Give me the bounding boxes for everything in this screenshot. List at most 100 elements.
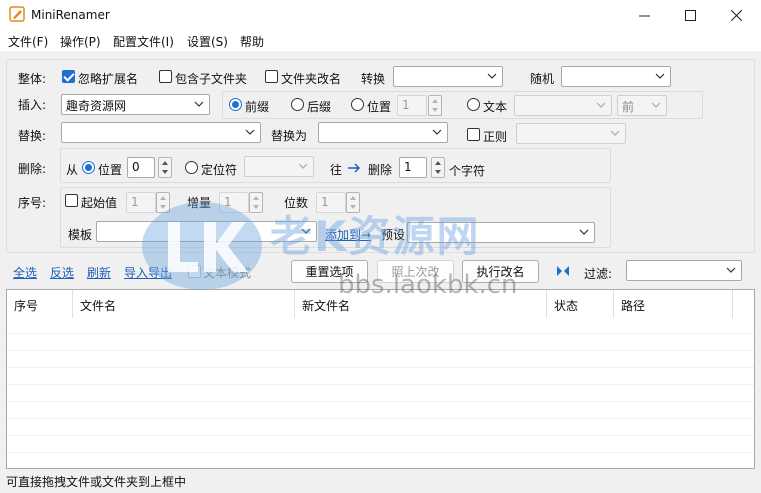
arrow-right-icon[interactable]	[347, 163, 361, 173]
insert-text-value: 趣奇资源网	[66, 99, 127, 113]
random-label: 随机	[530, 72, 555, 86]
row-divider	[7, 452, 754, 453]
column-header-status[interactable]: 状态	[547, 290, 614, 318]
suffix-radio[interactable]	[291, 98, 304, 111]
template-label: 模板	[68, 228, 93, 242]
watermark-url: bbs.laokbk.cn	[338, 270, 518, 300]
locator-label: 定位符	[201, 163, 238, 177]
delete-position-stepper[interactable]	[158, 157, 172, 178]
delete-position-radio[interactable]	[82, 161, 95, 174]
text-position-select[interactable]: 前	[617, 95, 667, 116]
delete-count-input[interactable]: 1	[399, 157, 427, 178]
position-label: 位置	[367, 100, 392, 114]
include-subdir-label: 包含子文件夹	[175, 72, 248, 86]
menu-help[interactable]: 帮助	[240, 33, 264, 50]
watermark-logo	[142, 202, 262, 290]
file-list[interactable]: 序号 文件名 新文件名 状态 路径	[6, 289, 755, 469]
window-title: MiniRenamer	[31, 8, 110, 22]
regex-select[interactable]	[516, 123, 626, 144]
column-header-filename[interactable]: 文件名	[73, 290, 295, 318]
maximize-button[interactable]	[667, 0, 713, 31]
delete-direction-label: 往	[330, 163, 343, 177]
replace-find-select[interactable]	[61, 122, 261, 143]
chevron-down-icon	[487, 73, 497, 79]
row-divider	[7, 435, 754, 436]
close-button[interactable]	[713, 0, 759, 31]
filter-label: 过滤:	[584, 267, 613, 281]
folder-rename-label: 文件夹改名	[281, 72, 342, 86]
column-header-path[interactable]: 路径	[614, 290, 733, 318]
refresh-link[interactable]: 刷新	[87, 264, 111, 281]
replace-with-label: 替换为	[271, 129, 308, 143]
prefix-radio[interactable]	[229, 98, 242, 111]
delete-label: 删除:	[18, 162, 47, 176]
row-divider	[7, 333, 754, 334]
start-value-label: 起始值	[81, 196, 118, 210]
row-divider	[7, 350, 754, 351]
delete-position-input[interactable]: 0	[127, 157, 155, 178]
status-bar-text: 可直接拖拽文件或文件夹到上框中	[6, 475, 187, 489]
minimize-icon	[638, 15, 650, 17]
overall-label: 整体:	[18, 72, 47, 86]
regex-checkbox[interactable]	[467, 128, 480, 141]
folder-rename-checkbox[interactable]	[265, 70, 278, 83]
delete-word-label: 删除	[368, 163, 393, 177]
maximize-icon	[684, 10, 696, 21]
start-value-checkbox[interactable]	[65, 194, 78, 207]
chevron-down-icon	[651, 102, 661, 108]
delete-count-stepper[interactable]	[431, 157, 445, 178]
column-header-index[interactable]: 序号	[7, 290, 73, 318]
watermark-title: 老K资源网	[270, 212, 481, 261]
text-label: 文本	[483, 100, 508, 114]
locator-select[interactable]	[244, 156, 314, 177]
delete-from-label: 从	[66, 163, 79, 177]
suffix-label: 后缀	[307, 100, 332, 114]
regex-label: 正则	[483, 130, 508, 144]
chevron-down-icon	[726, 267, 736, 273]
row-divider	[7, 418, 754, 419]
row-divider	[7, 401, 754, 402]
close-icon	[730, 10, 742, 21]
chevron-down-icon	[194, 101, 204, 107]
menu-file[interactable]: 文件(F)	[8, 33, 48, 50]
insert-position-stepper[interactable]	[428, 95, 442, 116]
filter-select[interactable]	[626, 260, 742, 281]
replace-label: 替换:	[18, 129, 47, 143]
ignore-ext-label: 忽略扩展名	[78, 72, 139, 86]
chevron-down-icon	[596, 102, 606, 108]
include-subdir-checkbox[interactable]	[159, 70, 172, 83]
text-position-value: 前	[622, 100, 635, 114]
select-all-link[interactable]: 全选	[13, 264, 37, 281]
row-divider	[7, 384, 754, 385]
insert-position-input[interactable]: 1	[397, 95, 427, 116]
replace-with-select[interactable]	[318, 122, 448, 143]
random-select[interactable]	[561, 66, 671, 87]
convert-select[interactable]	[393, 66, 503, 87]
row-divider	[7, 367, 754, 368]
invert-selection-link[interactable]: 反选	[50, 264, 74, 281]
position-radio[interactable]	[351, 98, 364, 111]
ignore-ext-checkbox[interactable]	[62, 70, 75, 83]
chevron-down-icon	[655, 73, 665, 79]
text-radio[interactable]	[467, 98, 480, 111]
merge-icon[interactable]	[556, 265, 570, 277]
chevron-down-icon	[245, 129, 255, 135]
sequence-label: 序号:	[18, 196, 47, 210]
delete-unit-label: 个字符	[449, 164, 486, 178]
locator-radio[interactable]	[185, 161, 198, 174]
minimize-button[interactable]	[621, 0, 667, 31]
delete-position-label: 位置	[98, 163, 123, 177]
convert-label: 转换	[361, 72, 386, 86]
insert-text-select[interactable]: 趣奇资源网	[61, 94, 210, 115]
text-select[interactable]	[514, 95, 612, 116]
prefix-label: 前缀	[245, 100, 270, 114]
menu-settings[interactable]: 设置(S)	[187, 33, 228, 50]
chevron-down-icon	[610, 130, 620, 136]
menu-profile[interactable]: 配置文件(I)	[113, 33, 174, 50]
insert-label: 插入:	[18, 98, 47, 112]
menu-operation[interactable]: 操作(P)	[60, 33, 101, 50]
chevron-down-icon	[579, 229, 589, 235]
chevron-down-icon	[298, 163, 308, 169]
chevron-down-icon	[432, 129, 442, 135]
app-icon	[9, 6, 25, 22]
